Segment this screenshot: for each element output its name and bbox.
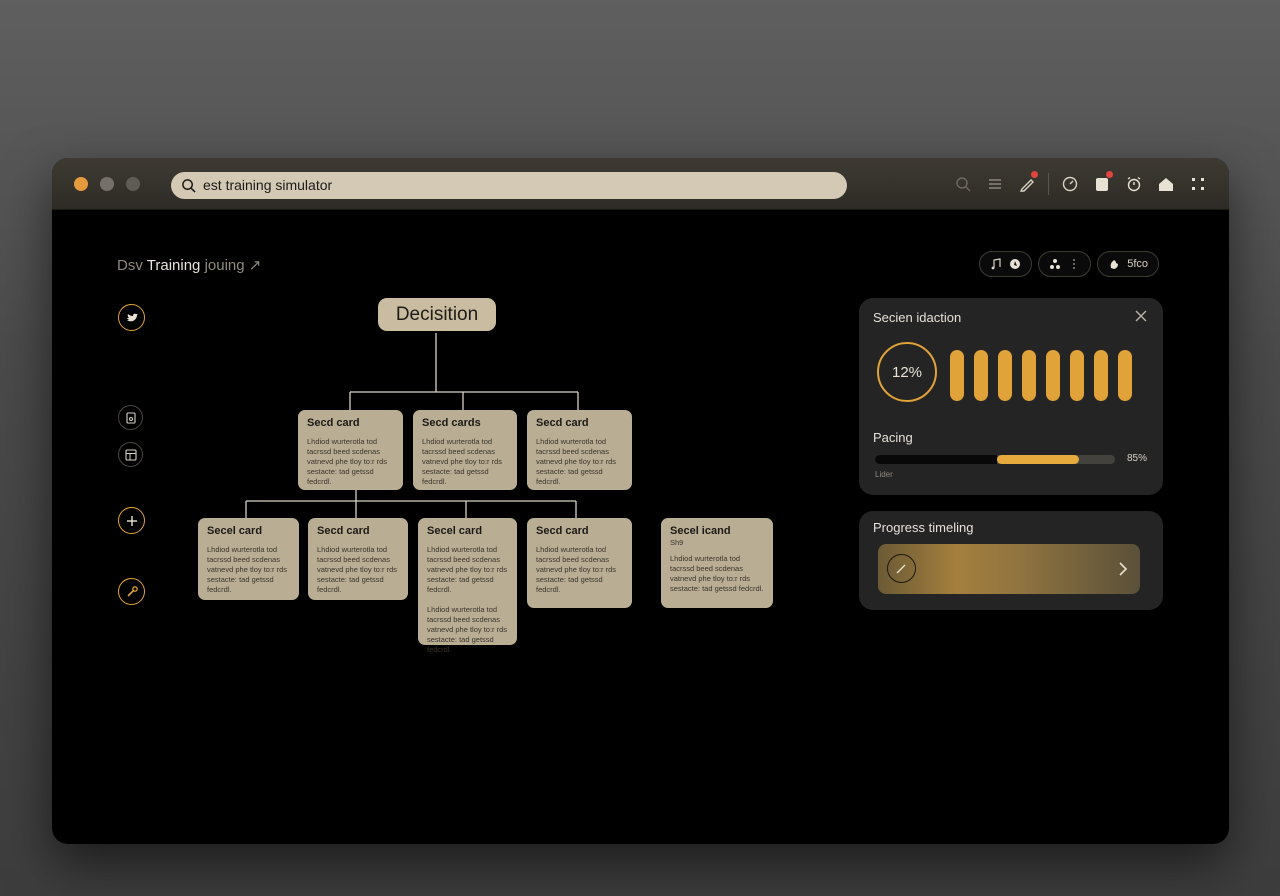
card-body: Lhdiod wurterotla tod tacrssd beed scden… [317, 545, 398, 594]
level-bar [1022, 350, 1036, 401]
level-bar [1046, 350, 1060, 401]
scenario-card[interactable]: Secd card Lhdiod wurterotla tod tacrssd … [527, 410, 632, 490]
card-title: Secd card [536, 417, 589, 429]
scenario-card[interactable]: Secel icand Sh9 Lhdiod wurterotla tod ta… [661, 518, 773, 608]
card-body: Lhdiod wurterotla tod tacrssd beed scden… [427, 545, 508, 594]
decision-node[interactable]: Decisition [378, 298, 496, 331]
scenario-card[interactable]: Secd cards Lhdiod wurterotla tod tacrssd… [413, 410, 517, 490]
panel-title: Progress timeling [873, 520, 974, 535]
card-title: Secd card [536, 525, 589, 537]
card-body-extra: Lhdiod wurterotla tod tacrssd beed scden… [427, 605, 508, 654]
card-body: Lhdiod wurterotla tod tacrssd beed scden… [670, 554, 764, 593]
card-body: Lhdiod wurterotla tod tacrssd beed scden… [422, 437, 503, 486]
level-bar [1094, 350, 1108, 401]
timeline-play-button[interactable] [887, 554, 916, 583]
level-bar [1118, 350, 1132, 401]
pacing-label: Pacing [873, 430, 913, 445]
card-title: Secd cards [422, 417, 481, 429]
decision-tree-connectors [245, 333, 579, 518]
progress-ring: 12% [877, 342, 937, 402]
card-title: Secel card [207, 525, 263, 537]
chevron-right-icon[interactable] [1116, 560, 1130, 578]
level-bar [1070, 350, 1084, 401]
pacing-value: 85% [1126, 453, 1147, 464]
scenario-card[interactable]: Secel card Lhdiod wurterotla tod tacrssd… [418, 518, 517, 654]
progress-timeline[interactable] [878, 544, 1140, 594]
card-title: Secd card [307, 417, 360, 429]
pencil-icon [896, 564, 906, 574]
card-title: Secel card [427, 525, 483, 537]
pacing-sub-label: Lider [875, 470, 893, 479]
level-bar [974, 350, 988, 401]
panel-title: Secien idaction [873, 310, 962, 325]
level-bars [950, 350, 1132, 401]
card-body: Lhdiod wurterotla tod tacrssd beed scden… [207, 545, 288, 594]
scenario-card[interactable]: Secd card Lhdiod wurterotla tod tacrssd … [298, 410, 403, 490]
selection-panel: Secien idaction 12% Pacing 85% Lider [859, 298, 1163, 495]
level-bar [998, 350, 1012, 401]
card-title: Secd card [317, 525, 370, 537]
card-title: Secel icand [670, 525, 731, 537]
card-body: Lhdiod wurterotla tod tacrssd beed scden… [536, 437, 617, 486]
pacing-slider[interactable] [875, 455, 1115, 464]
timeline-panel: Progress timeling [859, 511, 1163, 610]
pacing-fill [997, 455, 1079, 464]
card-body: Lhdiod wurterotla tod tacrssd beed scden… [307, 437, 388, 486]
level-bar [950, 350, 964, 401]
scenario-card[interactable]: Secel card Lhdiod wurterotla tod tacrssd… [198, 518, 299, 600]
card-body: Lhdiod wurterotla tod tacrssd beed scden… [536, 545, 617, 594]
scenario-card[interactable]: Secd card Lhdiod wurterotla tod tacrssd … [308, 518, 408, 600]
card-subtitle: Sh9 [670, 538, 684, 547]
scenario-card[interactable]: Secd card Lhdiod wurterotla tod tacrssd … [527, 518, 632, 608]
close-icon[interactable] [1135, 310, 1147, 322]
app-window: est training simulator Dsv Training joui… [52, 158, 1229, 844]
pacing-track-dark [875, 455, 998, 464]
